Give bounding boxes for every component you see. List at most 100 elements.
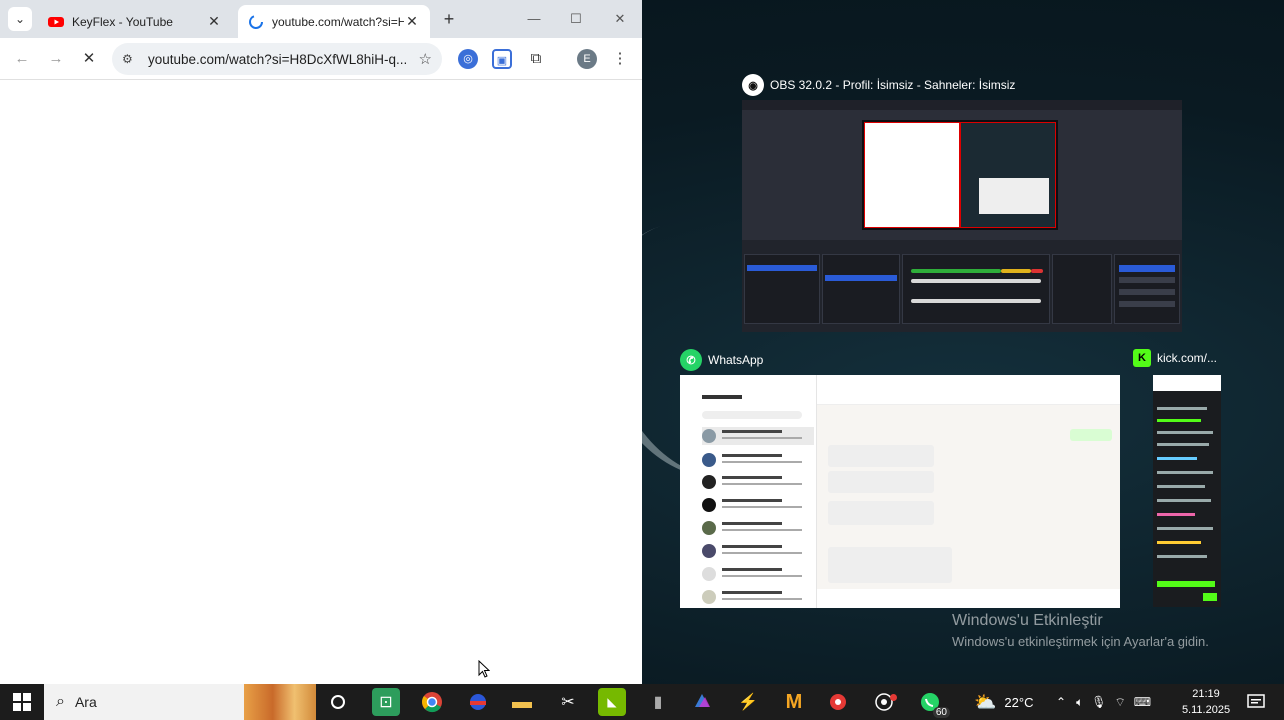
message-bubble	[828, 471, 934, 493]
whatsapp-chat-list	[680, 375, 817, 608]
list-item	[702, 451, 814, 469]
chevron-up-icon[interactable]: ⌃	[1056, 695, 1066, 709]
windows-logo-icon	[13, 693, 31, 711]
cloud-sun-icon: ⛅	[974, 691, 997, 712]
mouse-cursor-icon	[478, 660, 490, 678]
site-info-icon[interactable]: ⚙	[122, 52, 140, 66]
preview-display-source	[960, 122, 1056, 228]
message-input	[817, 589, 1120, 608]
page-content	[0, 80, 642, 684]
kick-window-title: kick.com/...	[1157, 351, 1218, 365]
close-window-button[interactable]: ✕	[598, 0, 642, 38]
file-explorer-icon[interactable]: ▬	[508, 688, 536, 716]
list-item	[702, 542, 814, 560]
start-button[interactable]	[0, 684, 44, 720]
browser-app-icon[interactable]	[464, 688, 492, 716]
tab-title: KeyFlex - YouTube	[72, 14, 173, 29]
whatsapp-icon: ✆	[680, 349, 702, 371]
clock[interactable]: 21:19 5.11.2025	[1180, 686, 1232, 718]
kick-window-label[interactable]: K kick.com/...	[1133, 349, 1217, 367]
whatsapp-taskbar-icon[interactable]: 60	[916, 688, 950, 718]
m365-icon[interactable]	[688, 688, 716, 716]
notification-center-icon[interactable]	[1242, 688, 1270, 716]
profile-avatar[interactable]: E	[577, 49, 597, 69]
controls-dock	[1114, 254, 1180, 324]
tab-close-icon[interactable]: ✕	[206, 13, 222, 30]
maximize-button[interactable]: ☐	[554, 0, 598, 38]
list-item	[702, 427, 814, 445]
stop-loading-icon[interactable]: ✕	[78, 48, 100, 70]
tab-close-icon[interactable]: ✕	[404, 13, 420, 30]
red-app-icon[interactable]	[824, 688, 852, 716]
usb-app-icon[interactable]: ⚡	[734, 688, 762, 716]
obs-thumbnail[interactable]	[742, 100, 1182, 332]
audio-mixer-dock	[902, 254, 1050, 324]
bookmark-star-icon[interactable]: ☆	[419, 50, 432, 68]
address-bar[interactable]: ⚙ youtube.com/watch?si=H8DcXfWL8hiH-q...…	[112, 43, 442, 75]
whatsapp-window-label[interactable]: ✆ WhatsApp	[680, 349, 763, 371]
list-item	[702, 519, 814, 537]
obs-taskbar-icon[interactable]	[870, 688, 898, 716]
tab-strip: ⌄ KeyFlex - YouTube ✕ youtube.com/watch?…	[0, 0, 642, 38]
chrome-window[interactable]: ⌄ KeyFlex - YouTube ✕ youtube.com/watch?…	[0, 0, 642, 684]
kick-thumbnail[interactable]	[1153, 375, 1221, 607]
weather-widget[interactable]: ⛅ 22°C	[974, 684, 1033, 720]
capcut-icon[interactable]: ✂	[554, 688, 582, 716]
microphone-icon[interactable]: 🎙︎	[1091, 695, 1106, 709]
wifi-icon[interactable]: ⌔	[1115, 695, 1126, 710]
robot-app-icon[interactable]: ⊡	[372, 688, 400, 716]
time-text: 21:19	[1192, 688, 1220, 700]
forward-icon[interactable]: →	[45, 48, 67, 70]
extensions-puzzle-icon[interactable]: ⧉	[526, 49, 546, 69]
url-text[interactable]: youtube.com/watch?si=H8DcXfWL8hiH-q...	[148, 52, 413, 67]
menu-kebab-icon[interactable]: ⋮	[610, 49, 630, 69]
tab-title: youtube.com/watch?si=H8	[272, 14, 404, 29]
obs-preview	[862, 120, 1058, 230]
preview-window	[979, 178, 1049, 214]
taskbar-search[interactable]: ⌕ Ara	[44, 684, 316, 720]
temperature: 22°C	[1004, 694, 1034, 710]
taskbar: ⌕ Ara ⊡ ▬ ✂ ◣ ▮ ⚡ M 60 ⛅ 22°C ⌃ 🔈︎ 🎙︎ ⌔ …	[0, 684, 1284, 720]
list-item	[702, 496, 814, 514]
m-app-icon[interactable]: M	[780, 688, 808, 716]
obs-window-title: OBS 32.0.2 - Profil: İsimsiz - Sahneler:…	[770, 78, 1016, 92]
activation-subtitle: Windows'u etkinleştirmek için Ayarlar'a …	[952, 634, 1209, 649]
chat-header	[817, 375, 1120, 405]
nvidia-icon[interactable]: ◣	[598, 688, 626, 716]
search-icon: ⌕	[56, 693, 65, 710]
message-bubble	[1070, 429, 1112, 441]
list-item	[702, 473, 814, 491]
tray-icons: ⌃ 🔈︎ 🎙︎ ⌔ ⌨	[1056, 684, 1151, 720]
extension-icon[interactable]: ◎	[458, 49, 478, 69]
speaker-icon[interactable]: 🔈︎	[1076, 695, 1083, 710]
new-tab-button[interactable]: +	[438, 8, 460, 30]
youtube-icon	[48, 16, 64, 27]
search-highlight-image	[244, 684, 316, 720]
date-text: 5.11.2025	[1181, 704, 1231, 716]
obs-icon: ◉	[742, 74, 764, 96]
transitions-dock	[1052, 254, 1112, 324]
whatsapp-window-title: WhatsApp	[708, 353, 764, 367]
whatsapp-thumbnail[interactable]	[680, 375, 1120, 608]
loading-globe-icon	[249, 14, 263, 29]
message-bubble	[828, 547, 952, 583]
sources-dock	[822, 254, 900, 324]
chrome-icon[interactable]	[418, 688, 446, 716]
tab-search-icon[interactable]: ⌄	[8, 7, 32, 31]
screen-capture-icon[interactable]: ▣	[492, 49, 512, 69]
back-icon[interactable]: ←	[11, 48, 33, 70]
cortana-icon[interactable]	[324, 688, 352, 716]
minimize-button[interactable]: —	[512, 0, 556, 38]
activation-title: Windows'u Etkinleştir	[952, 612, 1103, 629]
obs-window-label[interactable]: ◉ OBS 32.0.2 - Profil: İsimsiz - Sahnele…	[742, 74, 1015, 96]
keyboard-icon[interactable]: ⌨	[1134, 695, 1151, 709]
microphone-app-icon[interactable]: ▮	[644, 688, 672, 716]
browser-toolbar: ← → ✕ ⚙ youtube.com/watch?si=H8DcXfWL8hi…	[0, 38, 642, 80]
search-label: Ara	[74, 694, 97, 710]
message-bubble	[828, 445, 934, 467]
tab-youtube-watch[interactable]: youtube.com/watch?si=H8 ✕	[238, 5, 430, 38]
obs-menubar	[742, 100, 1182, 110]
preview-browser-source	[864, 122, 960, 228]
list-item	[702, 588, 814, 606]
tab-keyflex[interactable]: KeyFlex - YouTube ✕	[38, 5, 232, 38]
